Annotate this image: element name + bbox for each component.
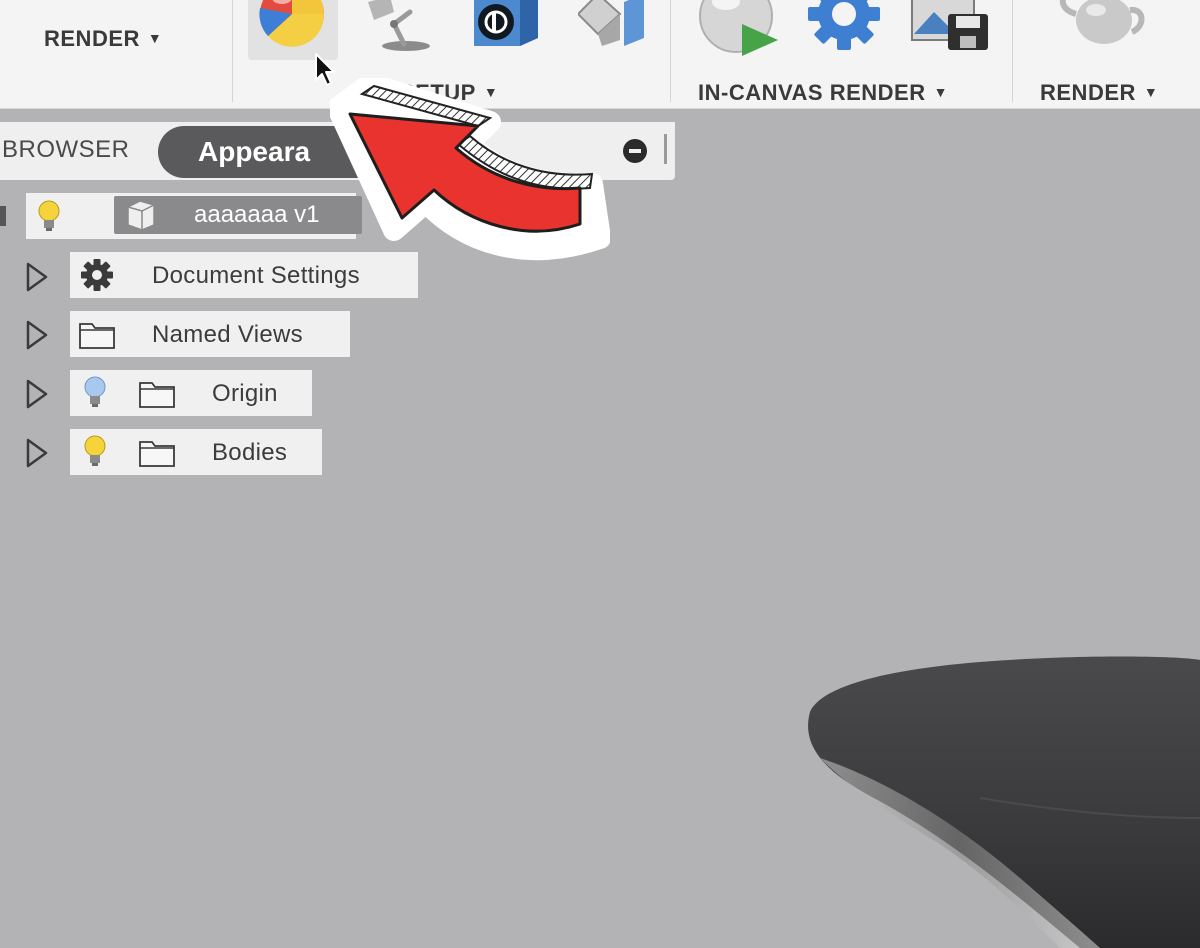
expand-triangle-icon[interactable] <box>24 379 50 409</box>
annotation-arrow-icon <box>330 78 610 261</box>
tree-item-bodies[interactable]: Bodies <box>70 429 322 475</box>
tree-item-named-views[interactable]: Named Views <box>70 311 350 357</box>
scene-settings-lamp-icon[interactable] <box>360 0 440 52</box>
tree-item-label: Bodies <box>212 439 288 466</box>
render-teapot-icon[interactable] <box>1058 0 1150 50</box>
render-workspace-menu[interactable]: RENDER ▼ <box>44 26 162 52</box>
gear-icon <box>81 259 113 291</box>
render-settings-gear-icon[interactable] <box>806 0 882 50</box>
tree-item-origin[interactable]: Origin <box>70 370 312 416</box>
appearance-icon <box>259 0 325 47</box>
tree-item-label: Document Settings <box>152 262 360 289</box>
toolbar-divider <box>232 0 233 102</box>
expand-triangle-icon[interactable] <box>24 320 50 350</box>
expand-triangle-icon[interactable] <box>24 262 50 292</box>
caret-down-icon: ▼ <box>933 84 948 100</box>
render-menu[interactable]: RENDER ▼ <box>1040 80 1158 106</box>
3d-model-body <box>808 656 1200 948</box>
tree-root-collapse-icon[interactable] <box>0 206 6 226</box>
in-canvas-render-icon[interactable] <box>698 0 780 56</box>
texture-map-icon[interactable] <box>578 0 648 48</box>
collapse-panel-button[interactable] <box>623 139 647 163</box>
component-name[interactable]: aaaaaaa v1 <box>114 196 362 234</box>
tab-browser[interactable]: BROWSER <box>2 136 130 164</box>
toolbar-divider <box>670 0 671 102</box>
lightbulb-on-icon[interactable] <box>84 435 106 469</box>
appearance-button[interactable] <box>248 0 338 60</box>
expand-triangle-icon[interactable] <box>24 438 50 468</box>
tree-root-node[interactable]: aaaaaaa v1 <box>26 193 362 239</box>
folder-icon <box>139 441 175 467</box>
folder-icon <box>79 323 115 349</box>
caret-down-icon: ▼ <box>147 30 163 46</box>
caret-down-icon: ▼ <box>1143 84 1159 100</box>
decal-icon[interactable] <box>468 0 544 52</box>
folder-icon <box>139 382 175 408</box>
in-canvas-render-menu[interactable]: IN-CANVAS RENDER ▼ <box>698 80 948 106</box>
lightbulb-on-icon[interactable] <box>38 200 60 232</box>
lightbulb-off-icon[interactable] <box>84 376 106 410</box>
mouse-cursor-icon <box>315 53 335 86</box>
component-cube-icon <box>127 200 155 231</box>
panel-resize-handle[interactable] <box>664 134 667 164</box>
toolbar-divider <box>1012 0 1013 102</box>
tree-item-label: Named Views <box>152 321 303 348</box>
tree-item-label: Origin <box>212 380 278 407</box>
capture-image-icon[interactable] <box>910 0 990 52</box>
